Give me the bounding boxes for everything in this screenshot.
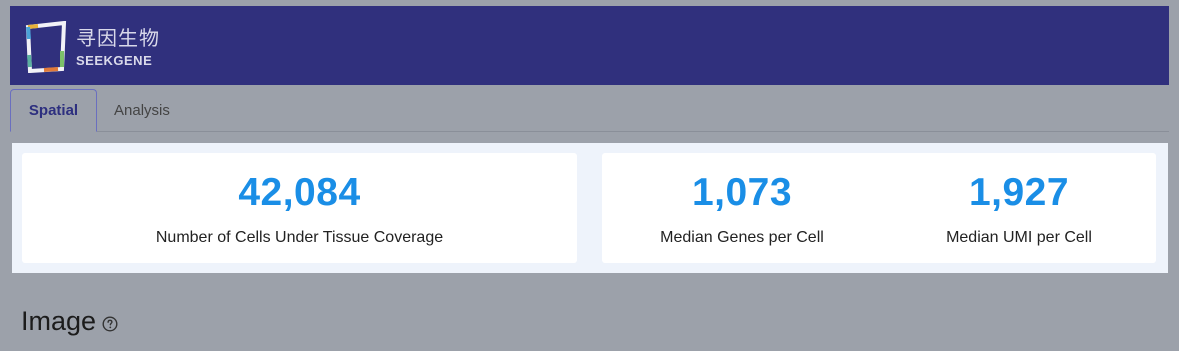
summary-metrics: 42,084 Number of Cells Under Tissue Cove… [12,143,1168,273]
cells-metric: 42,084 Number of Cells Under Tissue Cove… [22,153,577,263]
logo-text: 寻因生物 SEEKGENE [76,28,160,67]
section-title: Image [21,306,97,336]
page: 寻因生物 SEEKGENE Spatial Analysis 42,084 Nu… [0,0,1179,351]
cells-metric-card: 42,084 Number of Cells Under Tissue Cove… [22,153,577,263]
tab-bar: Spatial Analysis [10,89,1169,132]
logo-chinese-name: 寻因生物 [76,25,160,50]
genes-metric: 1,073 Median Genes per Cell [602,153,882,263]
per-cell-metrics-card: 1,073 Median Genes per Cell 1,927 Median… [602,153,1156,263]
umi-metric: 1,927 Median UMI per Cell [882,153,1156,263]
cells-count-label: Number of Cells Under Tissue Coverage [155,229,444,246]
header-bar: 寻因生物 SEEKGENE [10,6,1169,85]
median-umi-value: 1,927 [968,171,1070,214]
median-umi-label: Median UMI per Cell [946,229,1092,246]
logo-english-name: SEEKGENE [76,52,153,68]
tab-spatial[interactable]: Spatial [10,89,97,132]
tab-analysis[interactable]: Analysis [98,90,186,131]
median-genes-value: 1,073 [691,171,793,214]
logo-mark-icon [25,21,67,73]
median-genes-label: Median Genes per Cell [660,229,824,246]
cells-count-value: 42,084 [238,171,361,214]
help-circle-icon[interactable] [102,315,118,332]
image-section-heading: Image [21,306,118,337]
seekgene-logo[interactable]: 寻因生物 SEEKGENE [24,21,160,73]
